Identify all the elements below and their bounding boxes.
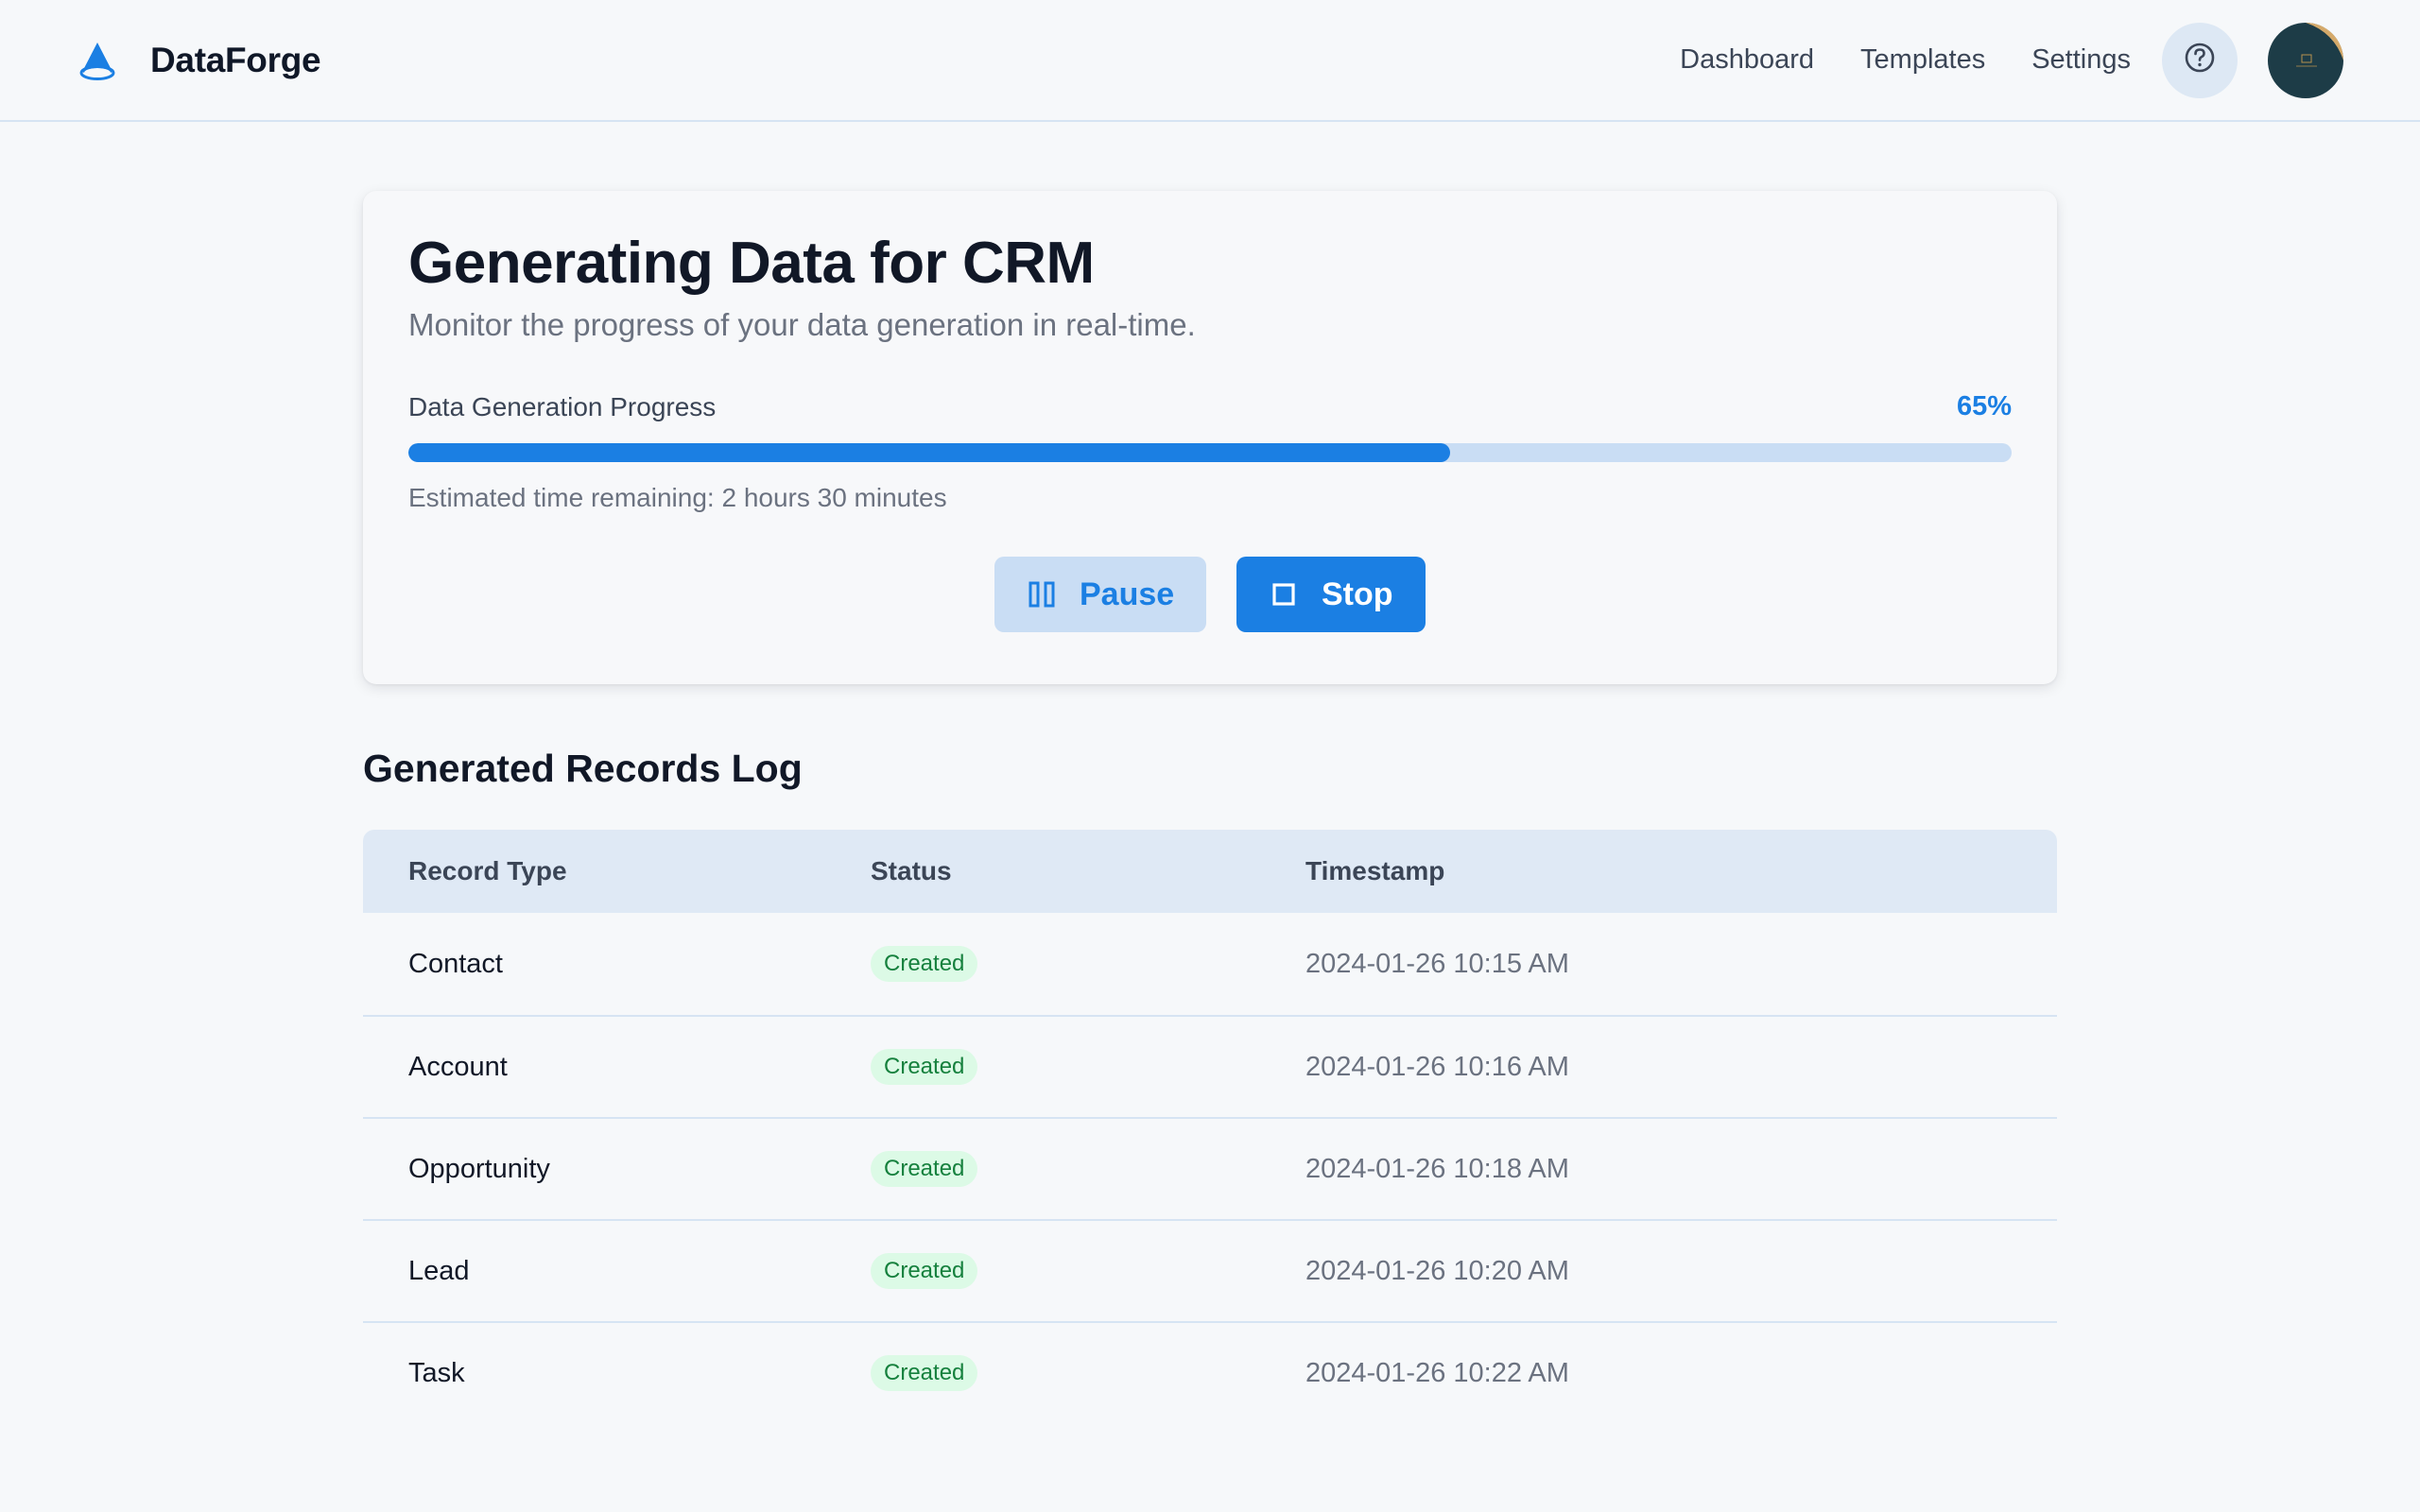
status-badge: Created bbox=[871, 1253, 978, 1289]
record-type: Opportunity bbox=[408, 1153, 550, 1184]
stop-button[interactable]: Stop bbox=[1236, 557, 1426, 632]
top-navigation-bar: DataForge Dashboard Templates Settings bbox=[0, 0, 2420, 122]
record-type: Lead bbox=[408, 1255, 470, 1286]
record-type: Contact bbox=[408, 948, 503, 979]
generation-actions: Pause Stop bbox=[408, 557, 2012, 632]
column-header-status[interactable]: Status bbox=[871, 856, 1305, 886]
page-subtitle: Monitor the progress of your data genera… bbox=[408, 307, 1196, 342]
status-badge: Created bbox=[871, 946, 978, 982]
estimated-time-remaining: Estimated time remaining: 2 hours 30 min… bbox=[408, 483, 947, 512]
status-badge: Created bbox=[871, 1151, 978, 1187]
pause-button-label: Pause bbox=[1080, 576, 1175, 612]
record-timestamp: 2024-01-26 10:16 AM bbox=[1305, 1051, 1569, 1082]
nav-link-templates[interactable]: Templates bbox=[1860, 44, 1985, 76]
record-timestamp: 2024-01-26 10:22 AM bbox=[1305, 1357, 1569, 1388]
stop-button-label: Stop bbox=[1322, 576, 1393, 612]
nav-link-settings[interactable]: Settings bbox=[2031, 44, 2131, 76]
progress-label: Data Generation Progress bbox=[408, 391, 717, 421]
nav-link-dashboard[interactable]: Dashboard bbox=[1680, 44, 1814, 76]
table-row[interactable]: Task Created 2024-01-26 10:22 AM bbox=[363, 1321, 2057, 1423]
table-row[interactable]: Lead Created 2024-01-26 10:20 AM bbox=[363, 1219, 2057, 1321]
record-timestamp: 2024-01-26 10:20 AM bbox=[1305, 1255, 1569, 1286]
stop-icon bbox=[1267, 577, 1301, 611]
table-header: Record Type Status Timestamp bbox=[363, 830, 2057, 913]
brand[interactable]: DataForge bbox=[77, 40, 321, 81]
table-row[interactable]: Account Created 2024-01-26 10:16 AM bbox=[363, 1015, 2057, 1117]
table-row[interactable]: Opportunity Created 2024-01-26 10:18 AM bbox=[363, 1117, 2057, 1219]
record-type: Account bbox=[408, 1051, 508, 1082]
records-log-title: Generated Records Log bbox=[363, 747, 803, 790]
pause-button[interactable]: Pause bbox=[994, 557, 1206, 632]
progress-bar-fill bbox=[408, 443, 1451, 462]
question-circle-icon bbox=[2183, 41, 2217, 79]
main-nav: Dashboard Templates Settings bbox=[1680, 44, 2131, 76]
column-header-timestamp[interactable]: Timestamp bbox=[1305, 856, 2057, 886]
brand-name: DataForge bbox=[150, 40, 321, 79]
user-avatar[interactable] bbox=[2268, 22, 2343, 98]
dataforge-logo-icon bbox=[77, 40, 118, 81]
status-badge: Created bbox=[871, 1355, 978, 1391]
record-type: Task bbox=[408, 1357, 465, 1388]
status-badge: Created bbox=[871, 1049, 978, 1085]
table-row[interactable]: Contact Created 2024-01-26 10:15 AM bbox=[363, 913, 2057, 1015]
generation-progress-card: Generating Data for CRM Monitor the prog… bbox=[363, 191, 2057, 684]
progress-percent: 65% bbox=[1956, 391, 2012, 421]
page-title: Generating Data for CRM bbox=[408, 231, 1095, 296]
record-timestamp: 2024-01-26 10:18 AM bbox=[1305, 1153, 1569, 1184]
progress-bar bbox=[408, 443, 2012, 462]
column-header-record-type[interactable]: Record Type bbox=[363, 856, 871, 886]
progress-header: Data Generation Progress 65% bbox=[408, 391, 2012, 422]
table-body: Contact Created 2024-01-26 10:15 AM Acco… bbox=[363, 913, 2057, 1423]
record-timestamp: 2024-01-26 10:15 AM bbox=[1305, 948, 1569, 979]
pause-icon bbox=[1025, 577, 1059, 611]
records-log-table: Record Type Status Timestamp Contact Cre… bbox=[363, 830, 2057, 1423]
help-button[interactable] bbox=[2162, 22, 2238, 98]
